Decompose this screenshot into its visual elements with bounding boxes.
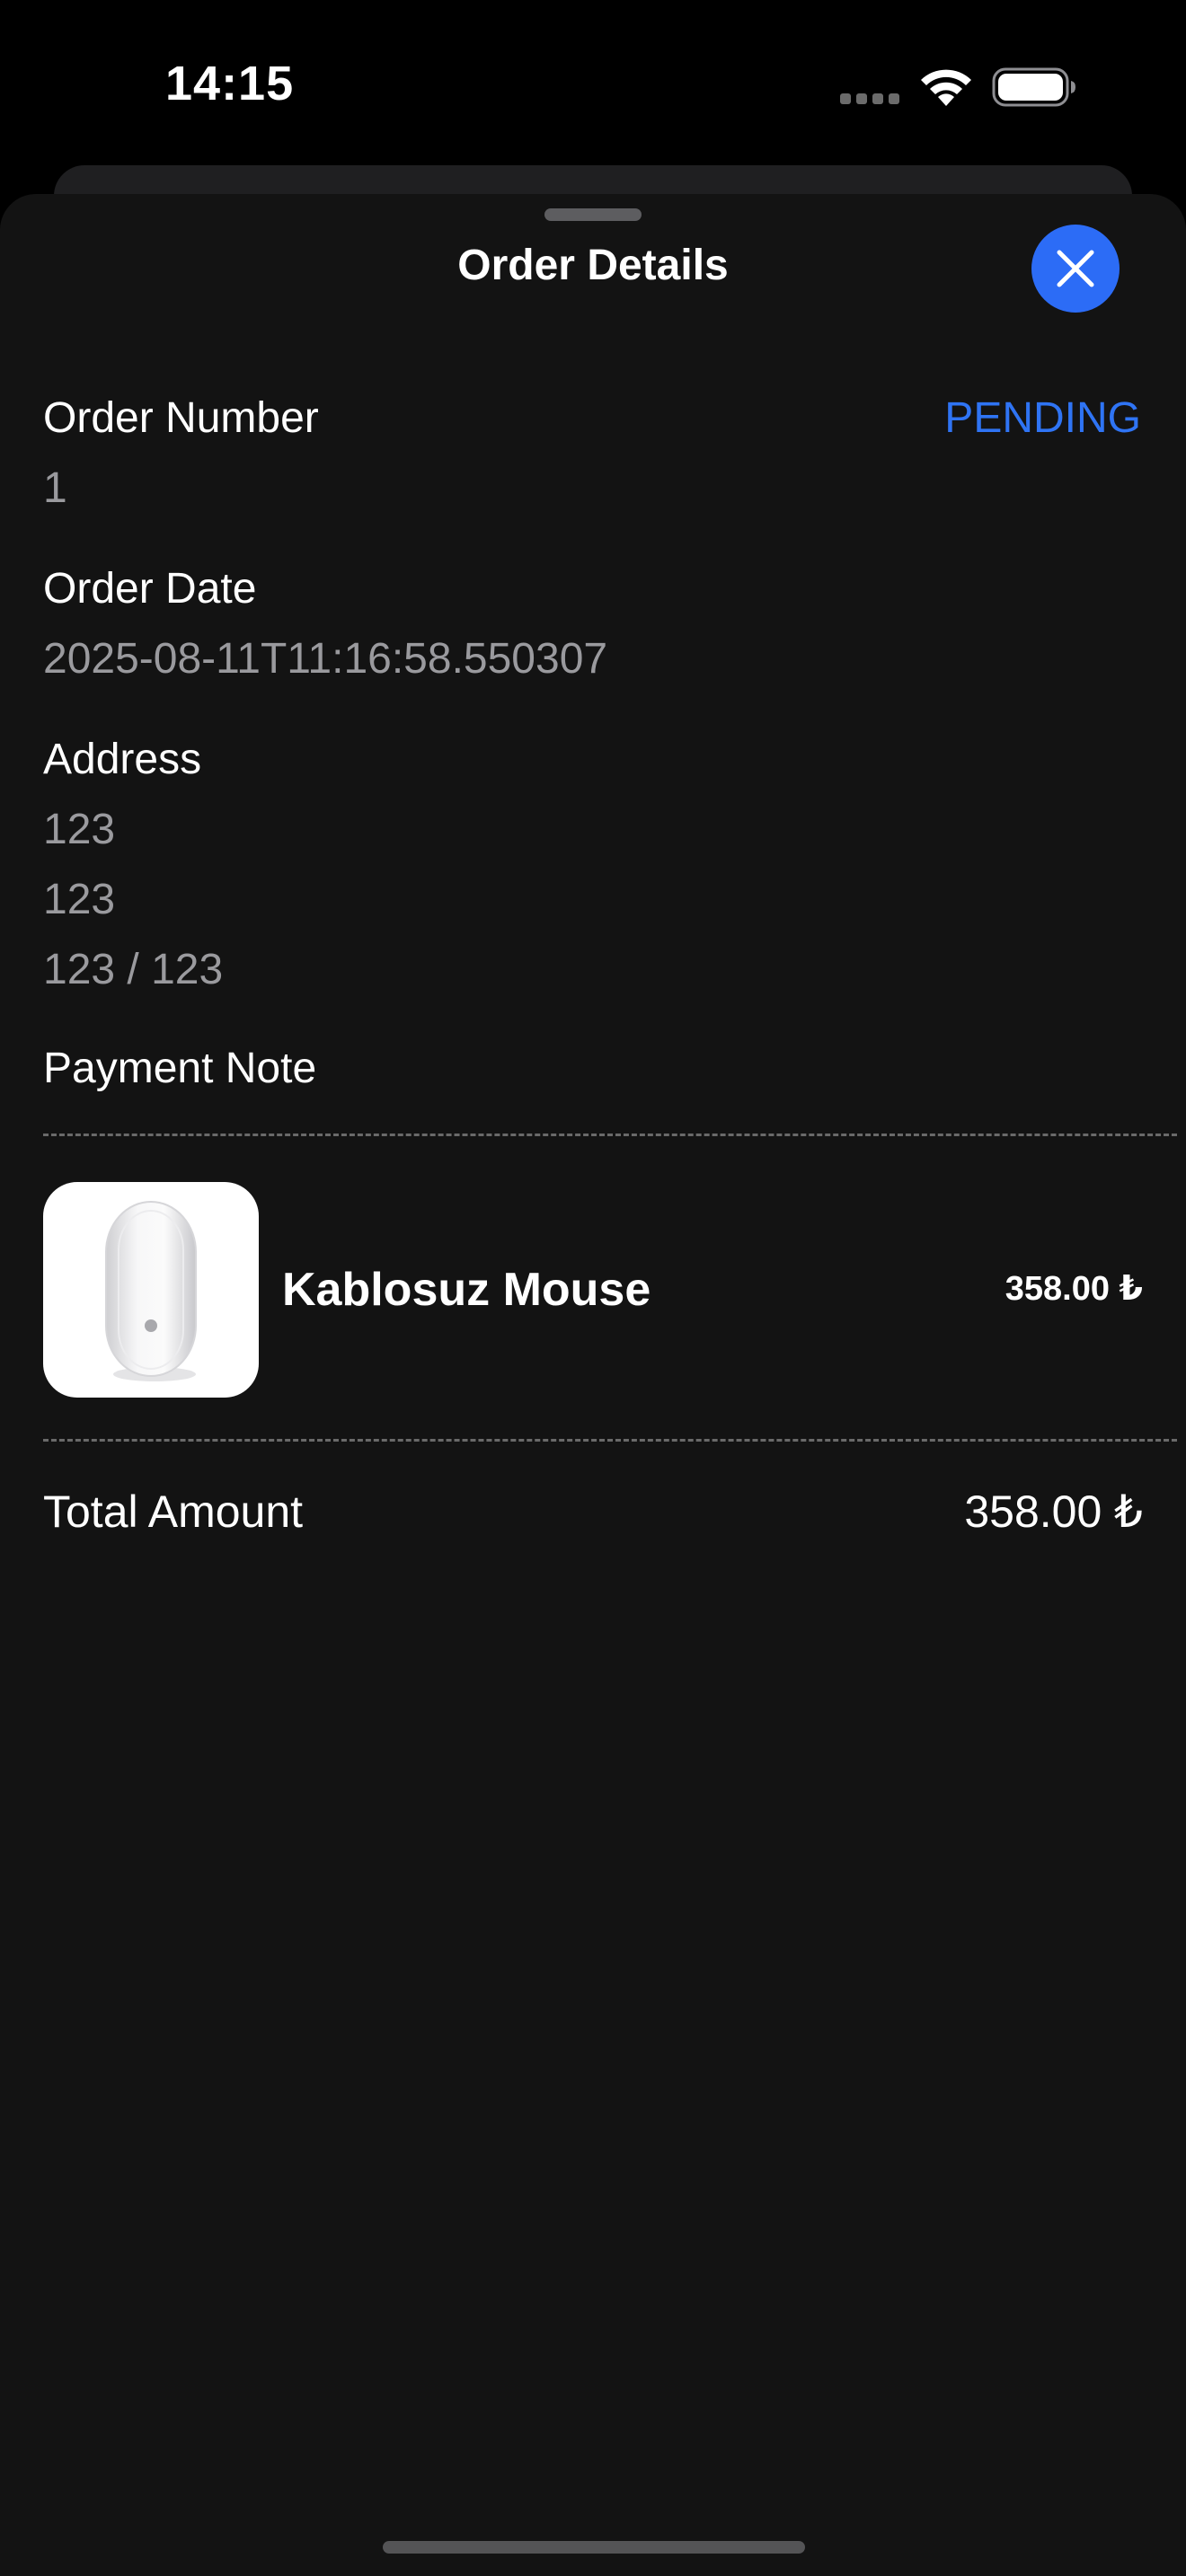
home-indicator[interactable] <box>383 2541 805 2554</box>
order-number-value: 1 <box>43 464 67 512</box>
payment-note-label: Payment Note <box>43 1045 317 1092</box>
close-button[interactable] <box>1031 225 1120 313</box>
order-date-value: 2025-08-11T11:16:58.550307 <box>43 635 608 683</box>
address-line: 123 / 123 <box>43 946 224 993</box>
address-line: 123 <box>43 806 116 853</box>
total-amount-label: Total Amount <box>43 1486 304 1537</box>
address-label: Address <box>43 736 202 783</box>
close-icon <box>1057 250 1094 287</box>
cellular-signal-icon <box>840 93 901 104</box>
sheet-grabber[interactable] <box>544 208 642 221</box>
status-bar: 14:15 <box>0 0 1186 171</box>
item-name: Kablosuz Mouse <box>282 1264 651 1316</box>
total-amount-value: 358.00 ₺ <box>964 1486 1143 1537</box>
order-details-sheet: Order Details Order Number PENDING 1 Ord… <box>0 194 1186 2576</box>
order-status-badge: PENDING <box>944 394 1141 442</box>
battery-icon <box>992 67 1075 107</box>
address-line: 123 <box>43 876 116 923</box>
screen: 14:15 Order Details Order Number PENDING… <box>0 0 1186 2576</box>
item-price: 358.00 ₺ <box>1005 1270 1143 1308</box>
status-time: 14:15 <box>165 57 295 110</box>
order-item-row[interactable]: Kablosuz Mouse 358.00 ₺ <box>43 1182 1143 1398</box>
wifi-icon <box>921 69 971 106</box>
mouse-product-image <box>43 1182 259 1398</box>
order-number-label: Order Number <box>43 394 319 442</box>
divider <box>43 1439 1177 1442</box>
order-date-label: Order Date <box>43 565 257 613</box>
divider <box>43 1134 1177 1136</box>
sheet-title: Order Details <box>457 242 729 289</box>
